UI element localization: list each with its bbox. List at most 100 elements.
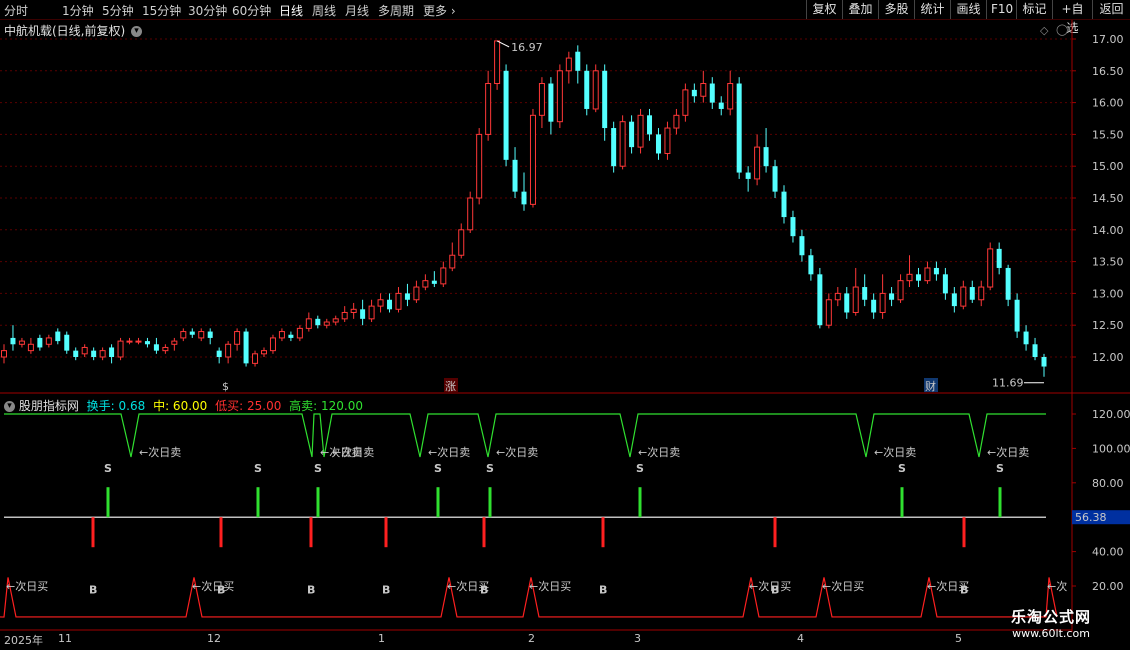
candle-body	[736, 83, 742, 173]
candle-body	[440, 267, 447, 285]
chevron-down-icon[interactable]: ▾	[4, 401, 15, 412]
watermark-url: www.60lt.com	[1012, 627, 1090, 640]
candle-body	[91, 350, 97, 357]
price-tick-label: 15.50	[1092, 128, 1124, 141]
candle-body	[1005, 267, 1011, 300]
period-tab-5min[interactable]: 5分钟	[102, 2, 134, 19]
ind-tick-label: 120.00	[1092, 408, 1130, 421]
multi-stock-button[interactable]: 多股	[878, 0, 914, 19]
candle-body	[395, 292, 402, 310]
candle-body	[99, 350, 106, 358]
candle-body	[629, 121, 635, 148]
candle-body	[494, 40, 501, 85]
candle-body	[261, 350, 267, 355]
candle-body	[377, 299, 384, 307]
candle-body	[871, 299, 877, 313]
candle-body	[584, 70, 590, 109]
buy-signal-text: ←次日买	[447, 579, 489, 593]
date-tick: 12	[207, 632, 221, 645]
candle-body	[745, 172, 751, 179]
candle-body	[799, 236, 805, 256]
watermark-title: 乐淘公式网	[1010, 608, 1091, 626]
kline-chart[interactable]: 17.00 16.50 16.00 15.50 15.00 14.50 14.00 13.50…	[0, 20, 1130, 632]
candle-body	[55, 331, 61, 342]
collapse-icon[interactable]: ◯	[1056, 23, 1068, 36]
chevron-right-icon: ›	[447, 4, 456, 18]
candle-body	[368, 305, 375, 320]
candle-body	[18, 340, 25, 345]
price-tick-label: 12.00	[1092, 351, 1124, 364]
candle-body	[431, 280, 437, 284]
candle-body	[117, 340, 124, 358]
candle-body	[485, 83, 492, 135]
period-tab-weekly[interactable]: 周线	[312, 2, 336, 19]
candle-body	[207, 331, 213, 338]
candle-body	[27, 343, 34, 352]
overlay-button[interactable]: 叠加	[842, 0, 878, 19]
buy-signal-text: ←次日买	[529, 579, 571, 593]
candle-body	[171, 340, 178, 345]
period-tab-1min[interactable]: 1分钟	[62, 2, 94, 19]
candle-body	[323, 321, 330, 326]
fuquan-button[interactable]: 复权	[806, 0, 842, 19]
sell-letter: S	[898, 462, 906, 475]
candle-body	[162, 346, 169, 352]
cai-marker: 财	[925, 379, 936, 393]
period-tab-60min[interactable]: 60分钟	[232, 2, 271, 19]
candle-body	[754, 146, 761, 180]
candle-body	[449, 254, 456, 269]
candle-body	[727, 83, 734, 110]
buy-letter: B	[382, 583, 390, 596]
sell-letter: S	[636, 462, 644, 475]
diamond-icon[interactable]: ◇	[1040, 24, 1048, 37]
candle-body	[1041, 357, 1047, 367]
sell-signal-text: ←次日卖	[874, 445, 916, 459]
candle-body	[278, 331, 285, 339]
chevron-down-icon[interactable]: ▾	[131, 26, 143, 37]
candle-body	[216, 350, 222, 357]
candle-body	[529, 114, 536, 205]
low-price-label: 11.69	[992, 377, 1024, 390]
candle-body	[288, 334, 294, 338]
candle-body	[655, 134, 661, 154]
candle-body	[772, 166, 778, 192]
period-tab-fenshi[interactable]: 分时	[4, 2, 28, 19]
stock-title-text: 中航机载(日线,前复权)	[4, 24, 126, 38]
mark-button[interactable]: 标记	[1016, 0, 1052, 19]
candle-body	[834, 292, 841, 301]
current-value-label: 56.38	[1075, 511, 1107, 524]
back-button[interactable]: 返回	[1092, 0, 1130, 19]
f10-button[interactable]: F10	[986, 0, 1016, 19]
candle-body	[135, 340, 142, 343]
add-watchlist-button[interactable]: +自选	[1052, 0, 1092, 35]
buy-signal-text: ←次日买	[6, 579, 48, 593]
candle-body	[879, 292, 886, 313]
candle-body	[350, 308, 357, 313]
candle-body	[951, 293, 957, 307]
legend-low-buy: 低买: 25.00	[215, 399, 282, 413]
candle-body	[422, 280, 429, 288]
date-axis: 2025年 11 12 1 2 3 4 5	[0, 632, 1072, 650]
period-tab-monthly[interactable]: 月线	[345, 2, 369, 19]
candle-body	[996, 248, 1002, 268]
candle-body	[225, 343, 232, 358]
sell-letter: S	[996, 462, 1004, 475]
stats-button[interactable]: 统计	[914, 0, 950, 19]
period-tab-more[interactable]: 更多 ›	[423, 2, 456, 19]
sell-signal-text: ←次日卖	[638, 445, 680, 459]
candle-body	[852, 286, 859, 313]
candle-body	[906, 273, 913, 282]
candle-body	[315, 318, 321, 326]
candle-body	[189, 331, 195, 335]
candle-body	[556, 70, 563, 123]
candle-body	[180, 331, 187, 339]
draw-line-button[interactable]: 画线	[950, 0, 986, 19]
period-tab-15min[interactable]: 15分钟	[142, 2, 181, 19]
period-tab-multi[interactable]: 多周期	[378, 2, 414, 19]
candle-body	[458, 229, 465, 256]
sell-signal-text: ←次日卖	[139, 445, 181, 459]
period-tab-30min[interactable]: 30分钟	[188, 2, 227, 19]
candle-body	[476, 133, 483, 199]
candle-body	[153, 344, 159, 351]
period-tab-daily[interactable]: 日线	[279, 2, 303, 19]
